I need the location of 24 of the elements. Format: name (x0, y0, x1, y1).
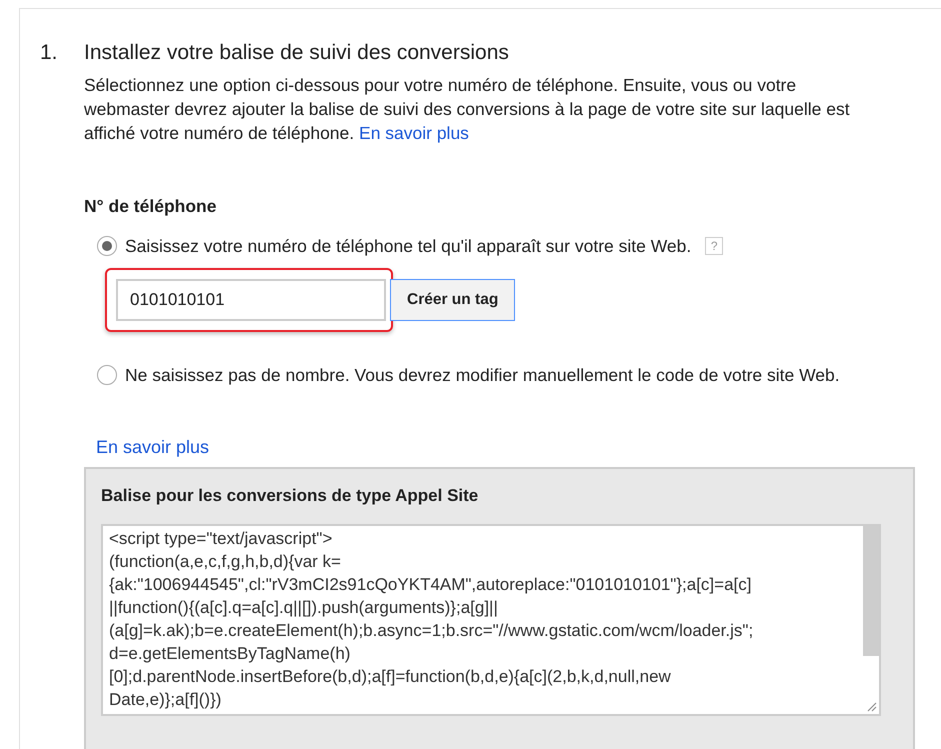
code-line: Date,e)};a[f]()}) (109, 689, 222, 712)
create-tag-button[interactable]: Créer un tag (390, 278, 516, 320)
intro-text: Sélectionnez une option ci-dessous pour votre numéro de téléphone. Ensuite, vous ou votre webmaster devrez ajouter la balise de suivi des conversions à la page de votre site sur laquelle est affiché votre numéro de téléphone. En savoir plus (84, 74, 851, 145)
radio-button[interactable] (97, 364, 117, 385)
learn-more-link[interactable]: En savoir plus (96, 434, 210, 461)
code-line: {ak:"1006944545",cl:"rV3mCI2s91cQoYKT4AM",autoreplace:"0101010101"};a[c]=a[c] (109, 574, 752, 596)
code-line: d=e.getElementsByTagName(h) (109, 643, 350, 666)
resize-handle-icon[interactable] (865, 700, 877, 712)
panel-title: Balise pour les conversions de type Appel Site (101, 484, 478, 507)
option-label: Saisissez votre numéro de téléphone tel qu'il apparaît sur votre site Web. (125, 235, 692, 258)
step-number: 1. (40, 40, 59, 66)
code-line: [0];d.parentNode.insertBefore(b,d);a[f]=function(b,d,e){a[c](2,b,k,d,null,new (109, 666, 671, 688)
radio-button[interactable] (97, 236, 117, 256)
phone-heading: N° de téléphone (84, 195, 216, 218)
code-line: ||function(){(a[c].q=a[c].q||[]).push(arguments)};a[g]|| (109, 597, 498, 620)
scrollbar[interactable] (863, 526, 879, 656)
code-textarea[interactable] (101, 524, 881, 716)
step-title: Installez votre balise de suivi des conversions (84, 40, 509, 66)
learn-more-link[interactable]: En savoir plus (359, 123, 469, 143)
option-label: Ne saisissez pas de nombre. Vous devrez modifier manuellement le code de votre site Web. (125, 364, 840, 387)
code-line: <script type="text/javascript"> (109, 528, 332, 550)
code-line: (a[g]=k.ak);b=e.createElement(h);b.async=1;b.src="//www.gstatic.com/wcm/loader.js"; (109, 620, 754, 642)
code-line: (function(a,e,c,f,g,h,b,d){var k= (109, 551, 341, 574)
phone-input[interactable]: 0101010101 (116, 278, 386, 320)
